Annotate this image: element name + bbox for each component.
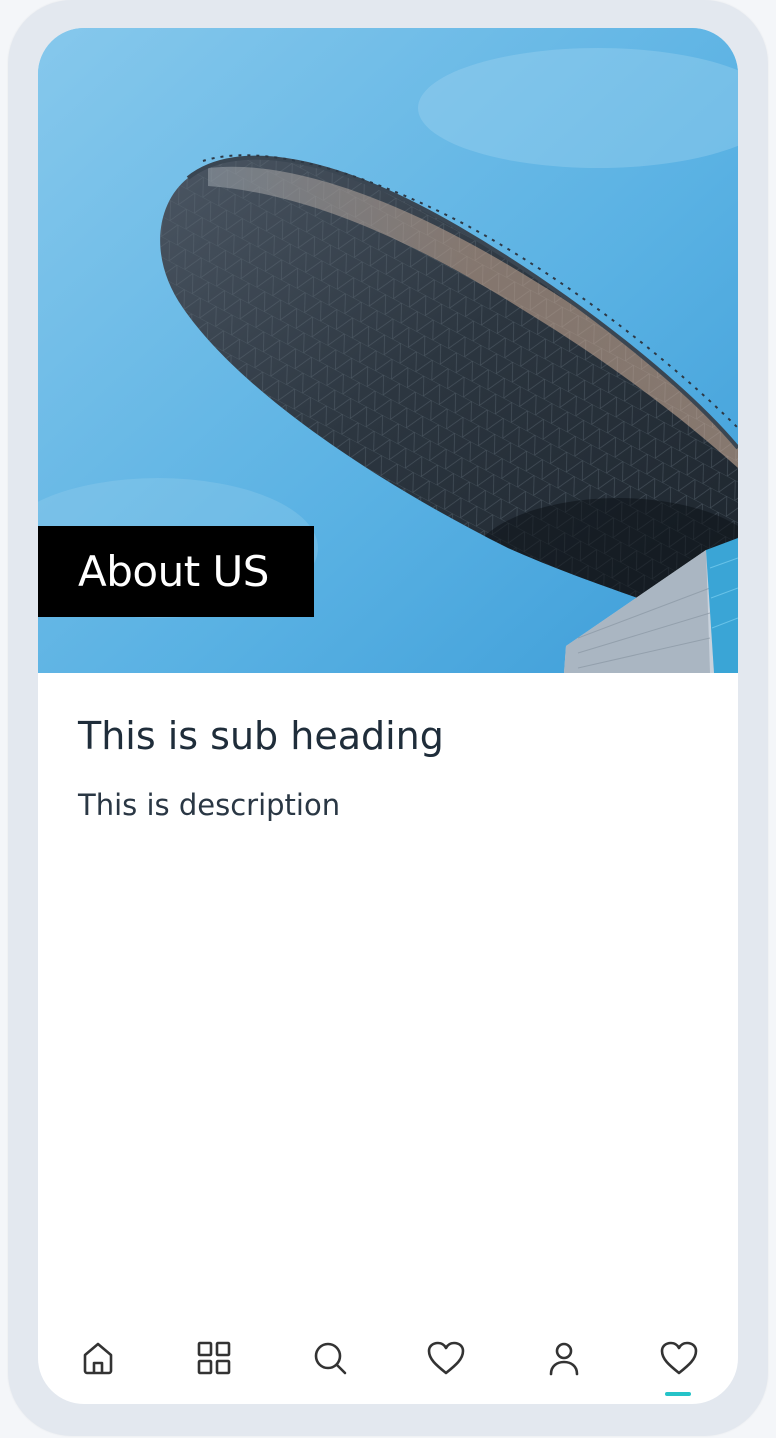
search-icon [314,1342,347,1375]
nav-active-favorites[interactable] [643,1328,715,1398]
content-section: This is sub heading This is description [78,708,698,824]
nav-home[interactable] [62,1328,134,1398]
heart-icon [427,1341,465,1375]
grid-icon [197,1341,231,1375]
home-icon [83,1342,113,1375]
nav-grid[interactable] [178,1328,250,1398]
hero-image: About US [38,28,738,673]
app-screen: About US This is sub heading This is des… [38,28,738,1404]
hero-title: About US [78,547,269,596]
nav-search[interactable] [294,1328,366,1398]
hero-title-box: About US [38,526,314,617]
active-tab-indicator [665,1392,691,1396]
user-icon [549,1342,579,1376]
nav-favorites[interactable] [410,1328,482,1398]
sub-heading: This is sub heading [78,714,444,758]
heart-icon [660,1341,698,1375]
nav-profile[interactable] [528,1328,600,1398]
description: This is description [78,788,341,822]
bottom-nav [38,1328,738,1404]
